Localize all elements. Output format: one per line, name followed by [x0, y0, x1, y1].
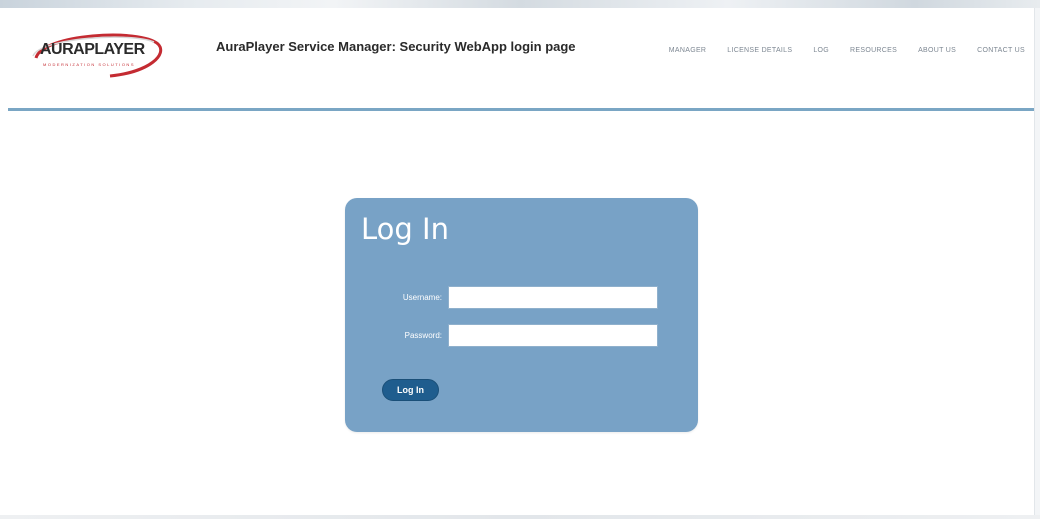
login-button[interactable]: Log In: [382, 379, 439, 401]
window-scrollbar[interactable]: [1034, 8, 1040, 519]
password-input[interactable]: [448, 324, 658, 347]
password-label: Password:: [404, 331, 442, 340]
username-label: Username:: [402, 293, 442, 302]
logo-tagline: MODERNIZATION SOLUTIONS: [43, 62, 135, 67]
page-bottom-strip: [0, 515, 1040, 519]
nav-item-about-us[interactable]: ABOUT US: [918, 47, 956, 54]
page-title: AuraPlayer Service Manager: Security Web…: [216, 39, 576, 54]
auraplayer-logo[interactable]: AURAPLAYER MODERNIZATION SOLUTIONS: [30, 28, 166, 80]
login-heading: Log In: [361, 212, 449, 246]
nav-item-contact-us[interactable]: CONTACT US: [977, 47, 1025, 54]
logo-text: AURAPLAYER: [40, 41, 145, 58]
username-input[interactable]: [448, 286, 658, 309]
nav-item-resources[interactable]: RESOURCES: [850, 47, 897, 54]
site-header: AURAPLAYER MODERNIZATION SOLUTIONS AuraP…: [8, 8, 1035, 111]
nav-item-license-details[interactable]: LICENSE DETAILS: [727, 47, 792, 54]
browser-top-strip: [0, 0, 1040, 8]
login-panel: Log In Username: Password: Log In: [345, 198, 698, 432]
nav-item-log[interactable]: LOG: [813, 47, 829, 54]
main-nav: MANAGER LICENSE DETAILS LOG RESOURCES AB…: [669, 47, 1025, 54]
nav-item-manager[interactable]: MANAGER: [669, 47, 707, 54]
